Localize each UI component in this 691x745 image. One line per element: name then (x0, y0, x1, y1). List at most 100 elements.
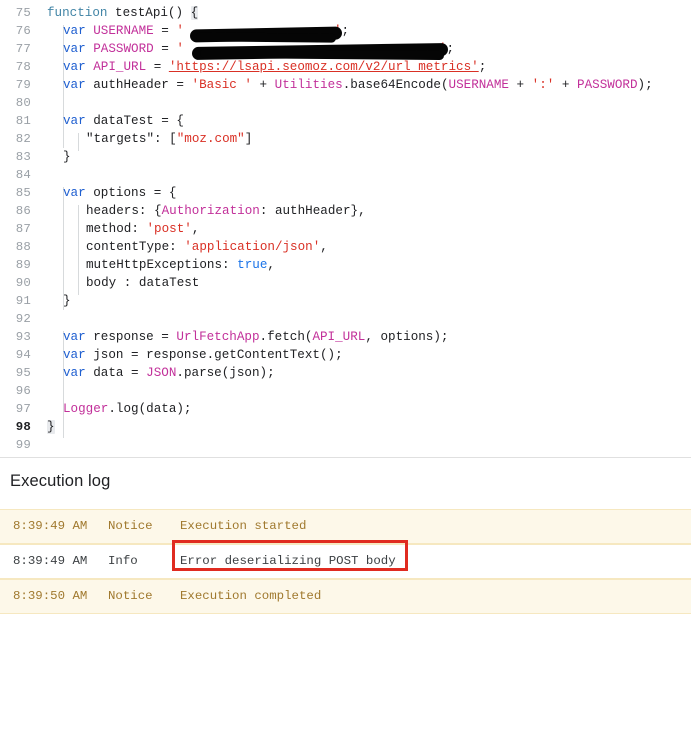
code-line[interactable]: 78 var API_URL = 'https://lsapi.seomoz.c… (0, 58, 487, 76)
code-line[interactable]: 99 (0, 436, 31, 454)
token-operator-plus: + (554, 78, 578, 92)
token-class-json: JSON (146, 366, 177, 380)
token-string-url: 'https://lsapi.seomoz.com/v2/url_metrics… (168, 60, 479, 74)
code-line[interactable]: 96 (0, 382, 31, 400)
execution-log-rows: 8:39:49 AM Notice Execution started 8:39… (0, 509, 691, 614)
log-level: Notice (108, 519, 153, 533)
token-semicolon: ; (341, 24, 350, 38)
token-keyword-var: var (63, 42, 86, 56)
code-editor[interactable]: 74 75 function testApi() { 76 var USERNA… (0, 0, 691, 457)
code-text: method: 'post', (86, 220, 199, 238)
token-response-decl: response = (85, 330, 177, 344)
code-line[interactable]: 92 (0, 310, 31, 328)
indent-guide (78, 205, 79, 295)
token-quote-open: ' (176, 42, 184, 56)
code-text: var dataTest = { (63, 112, 184, 130)
code-text: var authHeader = 'Basic ' + Utilities.ba… (63, 76, 653, 94)
log-row[interactable]: 8:39:49 AM Info Error deserializing POST… (0, 544, 691, 579)
line-number: 77 (15, 42, 31, 56)
token-string-basic: 'Basic ' (191, 78, 252, 92)
token-options-decl: options = { (85, 186, 177, 200)
code-line[interactable]: 88 contentType: 'application/json', (0, 238, 328, 256)
code-line[interactable]: 95 var data = JSON.parse(json); (0, 364, 275, 382)
code-line[interactable]: 79 var authHeader = 'Basic ' + Utilities… (0, 76, 653, 94)
token-arg-options: , options); (365, 330, 449, 344)
code-line[interactable]: 77 var PASSWORD = ''; (0, 40, 454, 58)
code-line[interactable]: 86 headers: {Authorization: authHeader}, (0, 202, 366, 220)
token-keyword-var: var (63, 186, 86, 200)
token-assign: = (153, 24, 177, 38)
token-keyword-function: function (47, 6, 108, 20)
line-number: 84 (15, 168, 31, 182)
line-number: 88 (15, 240, 31, 254)
code-line[interactable]: 93 var response = UrlFetchApp.fetch(API_… (0, 328, 449, 346)
token-keyword-var: var (63, 366, 86, 380)
token-key-headers: headers: { (86, 204, 162, 218)
log-level: Notice (108, 589, 153, 603)
token-method-base64encode: .base64Encode( (342, 78, 449, 92)
token-close-brace: } (63, 294, 71, 308)
code-line[interactable]: 84 (0, 166, 31, 184)
token-method-fetch: .fetch( (259, 330, 313, 344)
code-line[interactable]: 91 } (0, 292, 71, 310)
token-string-colon: ':' (531, 78, 555, 92)
log-row[interactable]: 8:39:50 AM Notice Execution completed (0, 579, 691, 614)
line-number: 93 (15, 330, 31, 344)
code-text: Logger.log(data); (63, 400, 192, 418)
code-line[interactable]: 75 function testApi() { (0, 4, 199, 22)
code-line-current[interactable]: 98 } (0, 418, 55, 436)
token-assign: = (153, 42, 177, 56)
token-datatest-decl: dataTest = { (85, 114, 184, 128)
log-message: Execution started (180, 519, 307, 533)
token-comma: , (191, 222, 200, 236)
code-line[interactable]: 81 var dataTest = { (0, 112, 184, 130)
code-text: var response = UrlFetchApp.fetch(API_URL… (63, 328, 448, 346)
token-keyword-var: var (63, 330, 86, 344)
token-method-log: .log(data); (108, 402, 192, 416)
token-keyword-var: var (63, 78, 86, 92)
line-number: 78 (15, 60, 31, 74)
token-assign: = (168, 78, 192, 92)
code-line[interactable]: 90 body : dataTest (0, 274, 200, 292)
token-identifier-password: PASSWORD (93, 42, 154, 56)
code-line[interactable]: 82 "targets": ["moz.com"] (0, 130, 253, 148)
token-value-authheader: : authHeader}, (259, 204, 366, 218)
line-number: 79 (15, 78, 31, 92)
code-line[interactable]: 89 muteHttpExceptions: true, (0, 256, 275, 274)
indent-guide (78, 133, 79, 151)
code-line[interactable]: 83 } (0, 148, 71, 166)
log-timestamp: 8:39:49 AM (13, 554, 88, 568)
code-line[interactable]: 85 var options = { (0, 184, 177, 202)
token-identifier-authheader: authHeader (93, 78, 169, 92)
token-function-name: testApi() (107, 6, 191, 20)
token-key-body: body : dataTest (86, 276, 200, 290)
log-row[interactable]: 8:39:49 AM Notice Execution started (0, 509, 691, 544)
code-text: function testApi() { (47, 4, 199, 22)
token-keyword-var: var (63, 114, 86, 128)
execution-log-panel: Execution log 8:39:49 AM Notice Executio… (0, 457, 691, 621)
code-line[interactable]: 97 Logger.log(data); (0, 400, 192, 418)
code-text: contentType: 'application/json', (86, 238, 328, 256)
token-colon-bracket: : [ (154, 132, 177, 146)
token-identifier-username: USERNAME (93, 24, 154, 38)
code-line[interactable]: 94 var json = response.getContentText(); (0, 346, 343, 364)
code-line[interactable]: 80 (0, 94, 31, 112)
token-arg-apiurl: API_URL (312, 330, 366, 344)
execution-log-title: Execution log (10, 472, 111, 490)
code-text: muteHttpExceptions: true, (86, 256, 275, 274)
code-line[interactable]: 87 method: 'post', (0, 220, 200, 238)
line-number: 92 (15, 312, 31, 326)
line-number: 89 (15, 258, 31, 272)
token-data-decl: data = (85, 366, 147, 380)
log-timestamp: 8:39:49 AM (13, 519, 88, 533)
code-line[interactable]: 76 var USERNAME = ''; (0, 22, 349, 40)
token-key-contenttype: contentType: (86, 240, 185, 254)
token-string-mozcom: "moz.com" (176, 132, 245, 146)
token-method-parse: .parse(json); (176, 366, 275, 380)
line-number: 90 (15, 276, 31, 290)
token-string-applicationjson: 'application/json' (184, 240, 321, 254)
line-number: 96 (15, 384, 31, 398)
line-number: 98 (15, 420, 31, 434)
token-class-utilities: Utilities (274, 78, 343, 92)
token-string-post: 'post' (146, 222, 192, 236)
